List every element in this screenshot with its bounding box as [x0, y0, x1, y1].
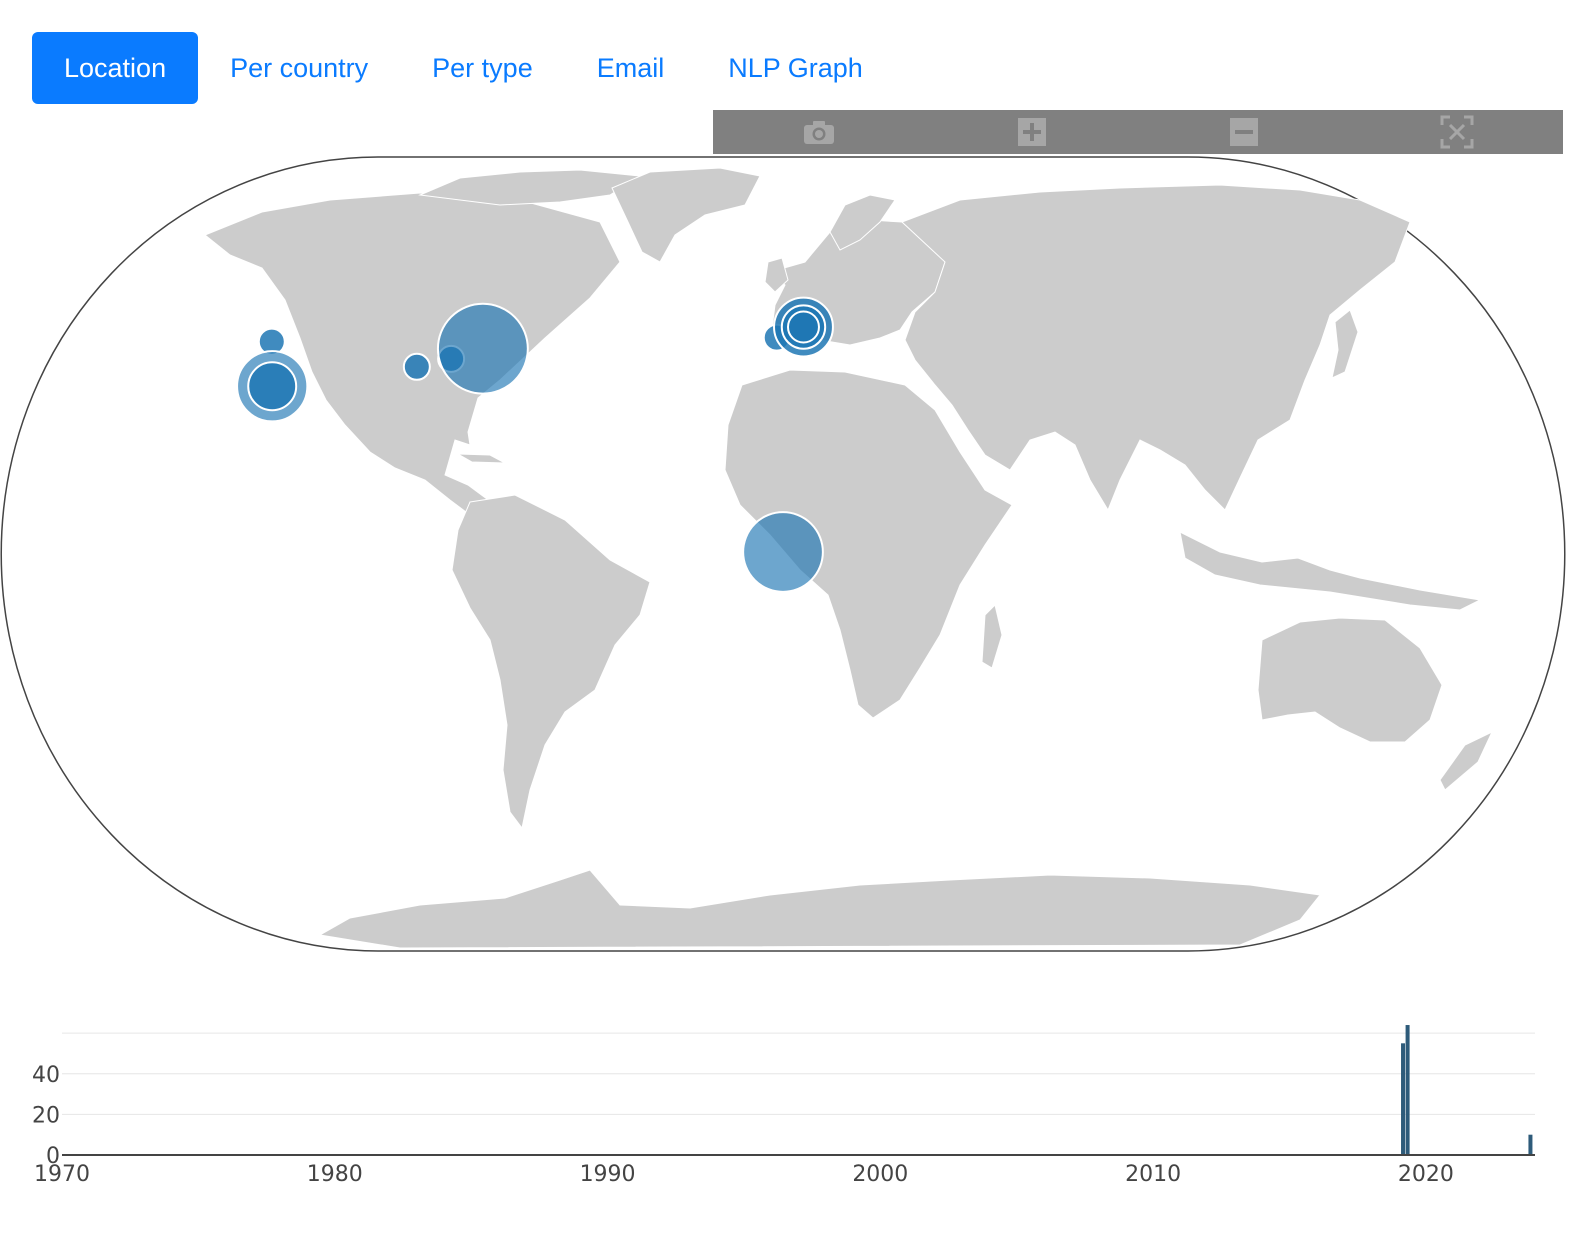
world-map[interactable] [0, 0, 1596, 970]
x-tick-label: 2010 [1125, 1162, 1181, 1187]
histogram-bar[interactable] [1405, 1025, 1410, 1155]
x-tick-label: 1980 [307, 1162, 363, 1187]
x-tick-label: 2000 [852, 1162, 908, 1187]
location-marker[interactable] [247, 361, 298, 412]
y-tick-label: 40 [32, 1063, 60, 1088]
histogram-bars [1401, 1025, 1533, 1155]
location-marker[interactable] [786, 310, 820, 344]
histogram-grid [62, 1032, 1535, 1115]
y-tick-label: 20 [32, 1103, 60, 1128]
histogram-y-ticks: 02040 [32, 1063, 60, 1169]
location-marker[interactable] [436, 302, 529, 395]
histogram-bar[interactable] [1401, 1043, 1406, 1155]
x-tick-label: 1990 [580, 1162, 636, 1187]
location-marker[interactable] [742, 511, 824, 593]
histogram-bar[interactable] [1528, 1134, 1533, 1155]
x-tick-label: 1970 [34, 1162, 90, 1187]
location-marker[interactable] [402, 352, 431, 381]
x-tick-label: 2020 [1398, 1162, 1454, 1187]
timeline-histogram[interactable]: 02040 1970 1980 1990 2000 2010 2020 [0, 1010, 1596, 1230]
histogram-x-ticks: 1970 1980 1990 2000 2010 2020 [34, 1162, 1454, 1187]
